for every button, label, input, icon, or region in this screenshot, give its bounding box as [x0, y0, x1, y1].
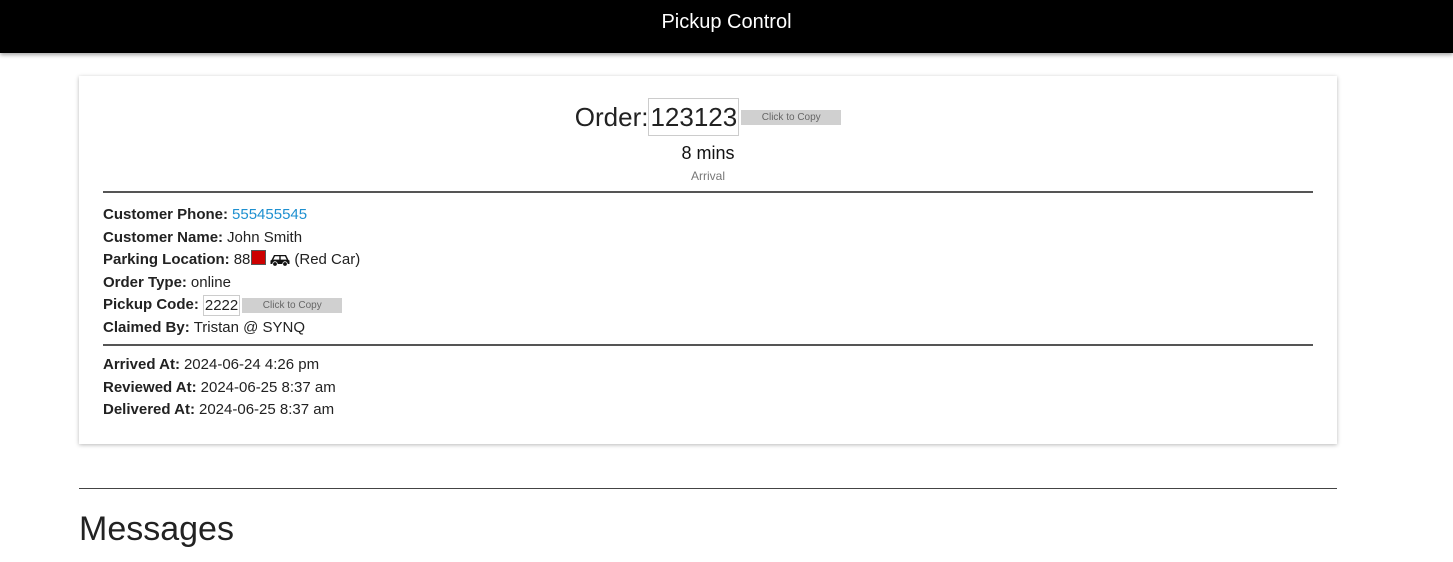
car-icon: [270, 255, 290, 267]
order-timeline: Arrived At: 2024-06-24 4:26 pm Reviewed …: [103, 354, 336, 422]
app-title: Pickup Control: [661, 11, 792, 33]
customer-name-row: Customer Name: John Smith: [103, 227, 360, 250]
customer-name-label: Customer Name:: [103, 228, 224, 246]
divider: [103, 191, 1313, 193]
customer-phone-link[interactable]: 555455545: [232, 204, 307, 227]
reviewed-at-value: 2024-06-25 8:37 am: [200, 378, 336, 396]
claimed-by-label: Claimed By:: [103, 318, 190, 336]
divider: [103, 344, 1313, 346]
order-label: Order:: [574, 101, 649, 132]
arrived-at-label: Arrived At:: [103, 356, 180, 373]
claimed-by-row: Claimed By: Tristan @ SYNQ: [103, 317, 360, 340]
arrived-at-row: Arrived At: 2024-06-24 4:26 pm: [103, 354, 336, 377]
customer-details: Customer Phone: 555455545 Customer Name:…: [103, 204, 360, 339]
arrival-caption: Arrival: [690, 169, 725, 183]
messages-heading: Messages: [79, 510, 234, 548]
pickup-code-row: Pickup Code: 2222 Click to Copy: [103, 294, 360, 317]
copy-order-button[interactable]: Click to Copy: [741, 109, 842, 125]
reviewed-at-label: Reviewed At:: [103, 378, 197, 396]
top-app-bar: Pickup Control: [0, 0, 1453, 53]
parking-location-row: Parking Location: 88 (Red Car): [103, 249, 360, 272]
pickup-code-label: Pickup Code:: [103, 296, 199, 313]
reviewed-at-row: Reviewed At: 2024-06-25 8:37 am: [103, 377, 336, 400]
order-number[interactable]: 123123: [648, 98, 740, 136]
section-divider: [79, 488, 1337, 489]
customer-phone-row: Customer Phone: 555455545: [103, 204, 360, 227]
car-description: (Red Car): [294, 251, 361, 268]
order-type-row: Order Type: online: [103, 272, 360, 295]
order-card: Order: 123123 Click to Copy 8 mins Arriv…: [79, 76, 1337, 444]
delivered-at-row: Delivered At: 2024-06-25 8:37 am: [103, 399, 336, 422]
order-header: Order: 123123 Click to Copy: [79, 98, 1337, 136]
arrived-at-value: 2024-06-24 4:26 pm: [183, 356, 320, 373]
car-color-swatch: [251, 249, 267, 265]
arrival-eta: 8 mins: [681, 143, 735, 163]
customer-name-value: John Smith: [227, 228, 303, 246]
parking-location-label: Parking Location:: [103, 251, 230, 268]
delivered-at-value: 2024-06-25 8:37 am: [198, 401, 335, 418]
order-type-value: online: [190, 273, 231, 291]
customer-phone-label: Customer Phone:: [103, 206, 229, 223]
parking-spot-value: 88: [233, 251, 251, 268]
pickup-code-value[interactable]: 2222: [202, 294, 241, 316]
claimed-by-value: Tristan @ SYNQ: [193, 318, 306, 336]
copy-pickup-code-button[interactable]: Click to Copy: [242, 297, 343, 313]
order-type-label: Order Type:: [103, 273, 187, 291]
delivered-at-label: Delivered At:: [103, 401, 195, 418]
